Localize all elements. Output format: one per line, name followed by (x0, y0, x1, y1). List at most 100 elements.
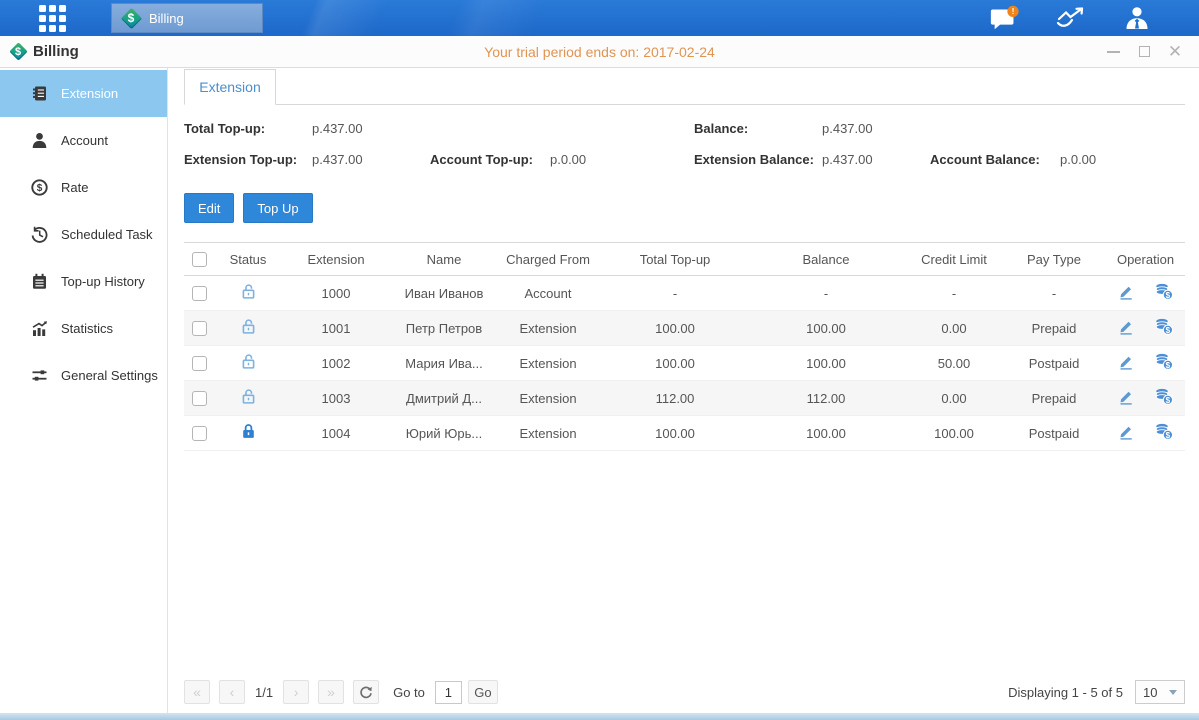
account-balance-label: Account Balance: (930, 152, 1060, 167)
sidebar-item-label: Extension (61, 86, 118, 101)
row-checkbox[interactable] (192, 426, 207, 441)
table-row: 1002Мария Ива...Extension100.00100.0050.… (184, 346, 1185, 381)
minimize-button[interactable] (1103, 42, 1123, 62)
page-size-select[interactable]: 10 (1135, 680, 1185, 704)
svg-text:$: $ (1166, 361, 1171, 370)
topup-row-icon[interactable]: $ (1154, 423, 1173, 440)
table-row: 1004Юрий Юрь...Extension100.00100.00100.… (184, 416, 1185, 451)
lock-open-icon (240, 318, 257, 335)
sidebar-item-label: Top-up History (61, 274, 145, 289)
svg-text:$: $ (1166, 396, 1171, 405)
go-button[interactable]: Go (468, 680, 498, 704)
sidebar-item-topup-history[interactable]: Top-up History (0, 258, 167, 305)
cell-total-topup: - (604, 276, 746, 311)
window-bottom-edge (0, 713, 1199, 720)
refresh-button[interactable] (353, 680, 379, 704)
cell-pay-type: Prepaid (1002, 381, 1106, 416)
extension-topup-label: Extension Top-up: (184, 152, 312, 167)
cell-credit-limit: 0.00 (906, 311, 1002, 346)
maximize-button[interactable] (1134, 42, 1154, 62)
statistics-chart-icon[interactable] (1055, 5, 1087, 31)
prev-page-button[interactable]: ‹ (219, 680, 245, 704)
cell-total-topup: 100.00 (604, 311, 746, 346)
first-page-button[interactable]: « (184, 680, 210, 704)
apps-grid-icon[interactable] (33, 5, 71, 31)
sidebar-item-label: Rate (61, 180, 88, 195)
cell-name: Дмитрий Д... (396, 381, 492, 416)
cell-total-topup: 100.00 (604, 346, 746, 381)
cell-extension: 1002 (276, 346, 396, 381)
cell-charged-from: Account (492, 276, 604, 311)
edit-row-icon[interactable] (1118, 424, 1134, 440)
cell-total-topup: 100.00 (604, 416, 746, 451)
tab-extension[interactable]: Extension (184, 69, 276, 105)
cell-name: Иван Иванов (396, 276, 492, 311)
edit-button[interactable]: Edit (184, 193, 234, 223)
cell-total-topup: 112.00 (604, 381, 746, 416)
trial-notice: Your trial period ends on: 2017-02-24 (0, 44, 1199, 60)
goto-label: Go to (393, 685, 425, 700)
billing-window-icon: $ (9, 43, 27, 61)
table-row: 1001Петр ПетровExtension100.00100.000.00… (184, 311, 1185, 346)
sidebar-item-label: Statistics (61, 321, 113, 336)
cell-pay-type: Prepaid (1002, 311, 1106, 346)
sidebar-item-statistics[interactable]: Statistics (0, 305, 167, 352)
ledger-icon (31, 85, 48, 102)
top-up-button[interactable]: Top Up (243, 193, 312, 223)
edit-row-icon[interactable] (1118, 284, 1134, 300)
bar-chart-icon (31, 320, 48, 337)
sidebar-item-account[interactable]: Account (0, 117, 167, 164)
next-page-button[interactable]: › (283, 680, 309, 704)
summary-section: Total Top-up: p.437.00 Extension Top-up:… (184, 113, 1185, 175)
cell-balance: 100.00 (746, 311, 906, 346)
edit-row-icon[interactable] (1118, 319, 1134, 335)
column-header: Name (396, 243, 492, 276)
row-checkbox[interactable] (192, 286, 207, 301)
sidebar-item-rate[interactable]: $ Rate (0, 164, 167, 211)
table-header-row: StatusExtensionNameCharged FromTotal Top… (184, 243, 1185, 276)
column-header: Pay Type (1002, 243, 1106, 276)
close-button[interactable]: ✕ (1165, 42, 1185, 62)
last-page-button[interactable]: » (318, 680, 344, 704)
column-header: Charged From (492, 243, 604, 276)
cell-extension: 1000 (276, 276, 396, 311)
sliders-icon (31, 367, 48, 384)
row-checkbox[interactable] (192, 321, 207, 336)
sidebar-item-general-settings[interactable]: General Settings (0, 352, 167, 399)
messages-icon[interactable]: ! (989, 5, 1021, 31)
taskbar: $ Billing ! (0, 0, 1199, 36)
taskbar-tab-billing[interactable]: $ Billing (111, 3, 263, 33)
refresh-icon (359, 685, 373, 699)
user-icon[interactable] (1121, 5, 1153, 31)
cell-charged-from: Extension (492, 416, 604, 451)
sidebar: Extension Account $ Rate Scheduled Task (0, 68, 168, 713)
topup-row-icon[interactable]: $ (1154, 353, 1173, 370)
edit-row-icon[interactable] (1118, 354, 1134, 370)
page-indicator: 1/1 (255, 685, 273, 700)
page-size-value: 10 (1143, 685, 1157, 700)
cell-balance: 100.00 (746, 416, 906, 451)
svg-text:$: $ (1166, 326, 1171, 335)
dollar-circle-icon: $ (31, 179, 48, 196)
edit-row-icon[interactable] (1118, 389, 1134, 405)
balance-label: Balance: (694, 121, 822, 136)
column-header: Credit Limit (906, 243, 1002, 276)
cell-balance: 100.00 (746, 346, 906, 381)
column-header: Balance (746, 243, 906, 276)
topup-row-icon[interactable]: $ (1154, 318, 1173, 335)
sidebar-item-extension[interactable]: Extension (0, 70, 167, 117)
history-clock-icon (31, 226, 48, 243)
extension-balance-value: p.437.00 (822, 152, 930, 167)
cell-name: Петр Петров (396, 311, 492, 346)
sidebar-item-scheduled-task[interactable]: Scheduled Task (0, 211, 167, 258)
row-checkbox[interactable] (192, 391, 207, 406)
column-header: Extension (276, 243, 396, 276)
topup-row-icon[interactable]: $ (1154, 388, 1173, 405)
row-checkbox[interactable] (192, 356, 207, 371)
cell-name: Мария Ива... (396, 346, 492, 381)
cell-charged-from: Extension (492, 346, 604, 381)
goto-page-input[interactable] (435, 681, 462, 704)
topup-row-icon[interactable]: $ (1154, 283, 1173, 300)
svg-text:$: $ (37, 183, 43, 194)
select-all-checkbox[interactable] (192, 252, 207, 267)
